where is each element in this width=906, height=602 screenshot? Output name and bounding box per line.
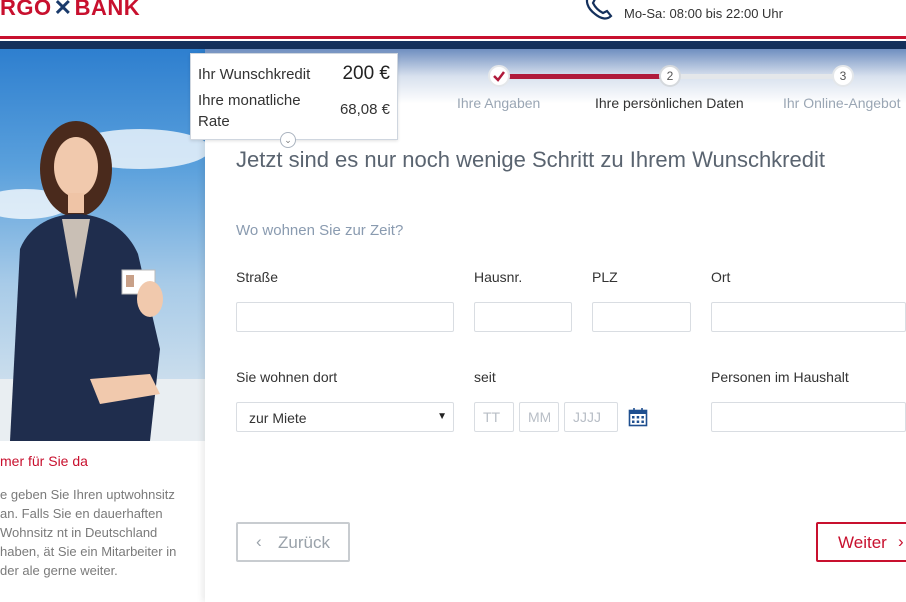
- opening-hours: Mo-Sa: 08:00 bis 22:00 Uhr: [624, 6, 783, 21]
- logo-right-text: BANK: [74, 0, 141, 20]
- since-label: seit: [474, 369, 496, 385]
- since-year-input[interactable]: [564, 402, 618, 432]
- zip-label: PLZ: [592, 269, 618, 285]
- step-1-circle[interactable]: [488, 65, 510, 87]
- street-input[interactable]: [236, 302, 454, 332]
- chevron-down-icon[interactable]: ⌄: [280, 132, 296, 148]
- monthly-rate-label: Ihre monatliche Rate: [198, 92, 301, 130]
- step-1-label[interactable]: Ihre Angaben: [457, 95, 540, 111]
- logo-x-mark: ✕: [53, 0, 73, 20]
- living-label: Sie wohnen dort: [236, 369, 338, 385]
- header-red-stripe: [0, 36, 906, 39]
- page-title: Jetzt sind es nur noch wenige Schritt zu…: [236, 147, 825, 172]
- living-type-value: zur Miete: [249, 410, 307, 426]
- next-button-label: Weiter: [838, 533, 887, 552]
- back-button[interactable]: ‹ Zurück: [236, 522, 350, 562]
- info-title: mer für Sie da: [0, 453, 88, 469]
- phone-icon: [585, 0, 613, 20]
- wish-credit-amount: 200 €: [342, 63, 390, 84]
- back-button-label: Zurück: [278, 533, 330, 552]
- street-label: Straße: [236, 269, 279, 285]
- check-icon: [493, 71, 505, 82]
- info-text: e geben Sie Ihren uptwohnsitz an. Falls …: [0, 487, 177, 578]
- wish-credit-label: Ihr Wunschkredit: [198, 66, 311, 83]
- step-3-label: Ihr Online-Angebot: [783, 95, 901, 111]
- step-3-circle[interactable]: 3: [832, 65, 854, 87]
- chevron-right-icon: ›: [898, 532, 904, 551]
- header-navy-stripe: [0, 41, 906, 49]
- step-line-pending: [670, 74, 843, 79]
- step-2-label: Ihre persönlichen Daten: [595, 95, 744, 111]
- logo-left-text: RGO: [0, 0, 52, 20]
- advisor-photo: [0, 49, 205, 441]
- house-number-label: Hausnr.: [474, 269, 523, 285]
- persons-label: Personen im Haushalt: [711, 369, 849, 385]
- calendar-icon[interactable]: [628, 407, 648, 427]
- site-header: RGO✕BANK Mo-Sa: 08:00 bis 22:00 Uhr: [0, 0, 906, 36]
- step-line-done: [500, 74, 670, 79]
- living-type-select[interactable]: zur Miete ▼: [236, 402, 454, 432]
- monthly-rate-value: 68,08 €: [339, 101, 390, 118]
- bank-logo[interactable]: RGO✕BANK: [0, 0, 140, 21]
- zip-input[interactable]: [592, 302, 691, 332]
- persons-in-household-input[interactable]: [711, 402, 906, 432]
- since-month-input[interactable]: [519, 402, 559, 432]
- left-info-panel: mer für Sie da e geben Sie Ihren uptwohn…: [0, 49, 205, 602]
- wish-credit-summary: Ihr Wunschkredit 200 € Ihre monatliche R…: [190, 53, 398, 148]
- city-label: Ort: [711, 269, 731, 285]
- next-button[interactable]: Weiter ›: [816, 522, 906, 562]
- address-subheading: Wo wohnen Sie zur Zeit?: [236, 222, 404, 239]
- dropdown-arrow-icon: ▼: [437, 411, 447, 422]
- chevron-left-icon: ‹: [256, 532, 262, 551]
- house-number-input[interactable]: [474, 302, 572, 332]
- city-input[interactable]: [711, 302, 906, 332]
- since-day-input[interactable]: [474, 402, 514, 432]
- step-2-circle[interactable]: 2: [659, 65, 681, 87]
